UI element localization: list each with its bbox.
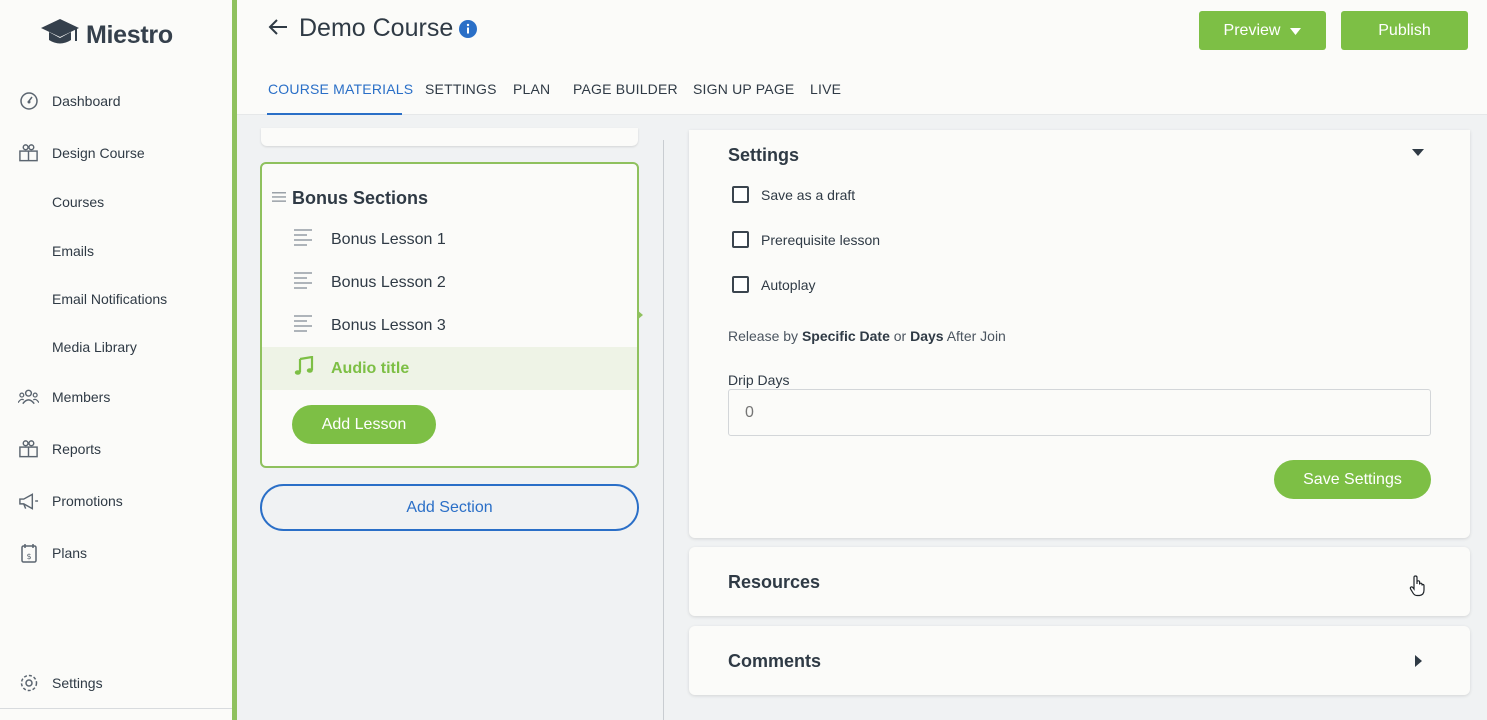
add-section-button[interactable]: Add Section bbox=[260, 484, 639, 531]
sidebar-item-label: Reports bbox=[52, 440, 102, 457]
add-lesson-button[interactable]: Add Lesson bbox=[292, 405, 436, 444]
svg-text:$: $ bbox=[26, 552, 31, 561]
sidebar-divider bbox=[0, 708, 232, 709]
page-title: Demo Course bbox=[299, 14, 454, 42]
sidebar-item-design-course[interactable]: Design Course bbox=[18, 142, 145, 163]
checkbox-label: Save as a draft bbox=[761, 186, 856, 203]
settings-title[interactable]: Settings bbox=[728, 145, 799, 166]
sidebar-item-members[interactable]: Members bbox=[18, 386, 110, 407]
back-arrow-icon[interactable] bbox=[267, 16, 289, 43]
caret-down-icon bbox=[1290, 22, 1302, 40]
sidebar-item-label: Plans bbox=[52, 544, 88, 561]
section-title: Bonus Sections bbox=[292, 188, 429, 208]
graduation-cap-icon bbox=[40, 17, 80, 54]
release-specific-date-link[interactable]: Specific Date bbox=[802, 328, 890, 344]
text-lines-icon bbox=[294, 313, 314, 338]
previous-section-card bbox=[261, 128, 638, 146]
resources-accordion[interactable]: Resources bbox=[689, 547, 1470, 616]
sidebar-item-label: Promotions bbox=[52, 492, 123, 509]
megaphone-icon bbox=[18, 490, 39, 511]
release-or: or bbox=[893, 328, 907, 344]
release-suffix: After Join bbox=[946, 328, 1006, 344]
tab-course-materials[interactable]: COURSE MATERIALS bbox=[268, 81, 413, 97]
plans-icon: $ bbox=[18, 542, 39, 563]
section-header: Bonus Sections bbox=[272, 188, 428, 209]
lesson-item-active[interactable]: Audio title bbox=[262, 347, 637, 390]
design-course-icon bbox=[18, 142, 39, 163]
preview-button-label: Preview bbox=[1223, 21, 1281, 39]
save-settings-button[interactable]: Save Settings bbox=[1274, 460, 1431, 499]
comments-accordion[interactable]: Comments bbox=[689, 626, 1470, 695]
lesson-item[interactable]: Bonus Lesson 2 bbox=[262, 261, 637, 304]
sidebar-subitem-courses[interactable]: Courses bbox=[52, 194, 104, 210]
dashboard-gauge-icon bbox=[18, 90, 39, 111]
publish-button[interactable]: Publish bbox=[1341, 11, 1468, 50]
checkbox-label: Prerequisite lesson bbox=[761, 231, 881, 248]
release-days-link[interactable]: Days bbox=[910, 328, 943, 344]
sidebar-item-reports[interactable]: Reports bbox=[18, 438, 101, 459]
collapse-caret-icon[interactable] bbox=[1412, 149, 1424, 156]
lesson-settings-card: Settings Save as a draft Prerequisite le… bbox=[689, 130, 1470, 538]
drip-days-label: Drip Days bbox=[728, 372, 790, 388]
save-as-draft-row[interactable]: Save as a draft bbox=[732, 186, 855, 203]
course-header: Demo Course Preview Publish COURSE MATER… bbox=[237, 0, 1487, 115]
tab-live[interactable]: LIVE bbox=[810, 81, 841, 97]
lesson-title: Audio title bbox=[331, 359, 410, 377]
preview-button[interactable]: Preview bbox=[1199, 11, 1326, 50]
lesson-title: Bonus Lesson 3 bbox=[331, 316, 446, 334]
sidebar-subitem-emails[interactable]: Emails bbox=[52, 243, 94, 259]
comments-title: Comments bbox=[728, 651, 822, 671]
resources-title: Resources bbox=[728, 572, 821, 592]
sidebar-subitem-media-library[interactable]: Media Library bbox=[52, 339, 137, 355]
panel-divider bbox=[663, 140, 664, 720]
logo-text: Miestro bbox=[86, 21, 173, 49]
lesson-item[interactable]: Bonus Lesson 1 bbox=[262, 218, 637, 261]
sidebar-item-label: Settings bbox=[52, 674, 103, 691]
autoplay-checkbox[interactable] bbox=[732, 276, 749, 293]
release-mode-text: Release by Specific Date or Days After J… bbox=[728, 328, 1006, 344]
reports-icon bbox=[18, 438, 39, 459]
section-card-bonus[interactable]: Bonus Sections Bonus Lesson 1 Bonus Less… bbox=[260, 162, 639, 468]
lesson-title: Bonus Lesson 1 bbox=[331, 230, 446, 248]
tab-plan[interactable]: PLAN bbox=[513, 81, 550, 97]
sidebar-item-dashboard[interactable]: Dashboard bbox=[18, 90, 121, 111]
drag-handle-icon[interactable] bbox=[272, 190, 286, 208]
gear-icon bbox=[18, 672, 39, 693]
hand-cursor-icon bbox=[1409, 575, 1425, 602]
drip-days-input[interactable] bbox=[728, 389, 1431, 436]
release-prefix: Release by bbox=[728, 328, 799, 344]
save-as-draft-checkbox[interactable] bbox=[732, 186, 749, 203]
sidebar-subitem-email-notifications[interactable]: Email Notifications bbox=[52, 291, 167, 307]
checkbox-label: Autoplay bbox=[761, 276, 816, 293]
prerequisite-lesson-checkbox[interactable] bbox=[732, 231, 749, 248]
expand-caret-icon[interactable] bbox=[1415, 655, 1422, 667]
sidebar-item-settings[interactable]: Settings bbox=[18, 672, 103, 693]
active-tab-indicator bbox=[267, 113, 402, 115]
tab-settings[interactable]: SETTINGS bbox=[425, 81, 497, 97]
sidebar: Miestro Dashboard Design Course Courses … bbox=[0, 0, 237, 720]
lesson-title: Bonus Lesson 2 bbox=[331, 273, 446, 291]
tab-page-builder[interactable]: PAGE BUILDER bbox=[573, 81, 678, 97]
autoplay-row[interactable]: Autoplay bbox=[732, 276, 815, 293]
text-lines-icon bbox=[294, 227, 314, 252]
sidebar-item-plans[interactable]: $ Plans bbox=[18, 542, 87, 563]
lesson-item[interactable]: Bonus Lesson 3 bbox=[262, 304, 637, 347]
sidebar-item-label: Dashboard bbox=[52, 92, 121, 109]
tab-sign-up-page[interactable]: SIGN UP PAGE bbox=[693, 81, 794, 97]
sidebar-item-label: Design Course bbox=[52, 144, 145, 161]
logo[interactable]: Miestro bbox=[40, 17, 173, 54]
sidebar-item-label: Members bbox=[52, 388, 111, 405]
sidebar-item-promotions[interactable]: Promotions bbox=[18, 490, 123, 511]
info-icon[interactable] bbox=[459, 20, 477, 43]
text-lines-icon bbox=[294, 270, 314, 295]
active-lesson-pointer bbox=[637, 310, 643, 320]
prerequisite-lesson-row[interactable]: Prerequisite lesson bbox=[732, 231, 880, 248]
members-icon bbox=[18, 386, 39, 407]
music-note-icon bbox=[294, 355, 314, 381]
